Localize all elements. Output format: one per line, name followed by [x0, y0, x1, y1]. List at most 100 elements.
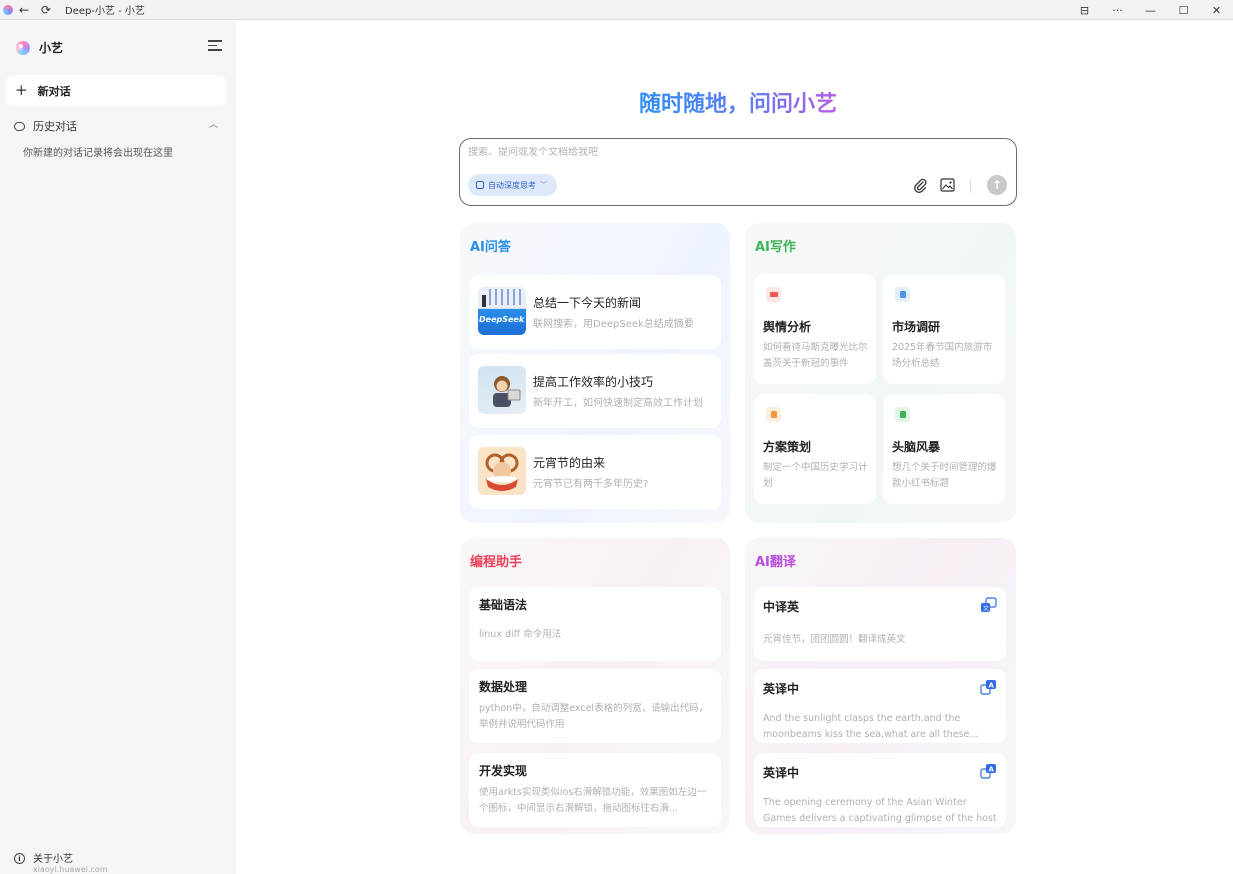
- panel-title-translation: AI翻译: [755, 555, 796, 570]
- lantern-festival-thumbnail: [478, 447, 526, 495]
- screen-cast-icon[interactable]: ⊟: [1068, 0, 1101, 20]
- maximize-icon[interactable]: ☐: [1167, 0, 1200, 20]
- panel-title-ai-qa: AI问答: [470, 240, 511, 255]
- xiaoyi-logo-icon: [16, 40, 30, 55]
- plus-icon: +: [15, 81, 28, 99]
- market-doc-icon: [895, 287, 910, 302]
- translation-card-title: 中译英: [763, 600, 800, 614]
- coding-card-dev[interactable]: 开发实现 使用arkts实现类似ios右滑解锁功能，效果图如左边一个图标，中间显…: [469, 753, 721, 827]
- translate-icon: A: [980, 680, 996, 695]
- search-box: 自动深度思考 ﹀ ↑: [459, 138, 1017, 206]
- panel-coding-assistant: 编程助手 基础语法 linux diff 命令用法 数据处理 python中，自…: [460, 538, 730, 834]
- qa-card-desc: 新年开工，如何快速制定高效工作计划: [533, 398, 703, 409]
- brand-name: 小艺: [39, 41, 64, 55]
- about-label: 关于小艺: [33, 854, 73, 865]
- info-icon: i: [14, 853, 25, 864]
- writing-card-title: 头脑风暴: [892, 440, 941, 454]
- new-chat-button[interactable]: + 新对话: [6, 75, 226, 106]
- close-icon[interactable]: ✕: [1200, 0, 1233, 20]
- writing-card-title: 方案策划: [763, 440, 812, 454]
- svg-text:文: 文: [983, 605, 989, 613]
- page-headline: 随时随地，问问小艺: [638, 92, 837, 117]
- app-logo-icon: [3, 4, 13, 15]
- qa-card-news[interactable]: DeepSeek 总结一下今天的新闻 联网搜索，用DeepSeek总结成摘要: [469, 275, 721, 349]
- translation-card-desc: 元宵佳节，团团圆圆！翻译成英文: [763, 634, 906, 645]
- qa-card-lantern[interactable]: 元宵节的由来 元宵节已有两千多年历史?: [469, 435, 721, 509]
- panel-ai-translation: AI翻译 中译英 文 元宵佳节，团团圆圆！翻译成英文 英译中 A And the…: [745, 538, 1016, 834]
- chat-bubble-icon: [14, 121, 25, 131]
- paperclip-icon[interactable]: [912, 177, 928, 193]
- translation-card-desc: The opening ceremony of the Asian Winter…: [763, 797, 997, 824]
- coding-card-title: 基础语法: [479, 598, 528, 612]
- qa-card-desc: 联网搜索，用DeepSeek总结成摘要: [533, 319, 694, 330]
- writing-card-desc: 如何看待马斯克曝光比尔盖茨关于新冠的事件: [763, 342, 868, 369]
- writing-card-desc: 制定一个中国历史学习计划: [763, 462, 868, 489]
- new-chat-label: 新对话: [37, 84, 71, 98]
- window-title: Deep-小艺 - 小艺: [65, 6, 145, 17]
- qa-card-title: 元宵节的由来: [533, 456, 606, 470]
- writing-card-desc: 2025年春节国内旅游市场分析总结: [892, 342, 993, 369]
- writing-card-sentiment[interactable]: 舆情分析 如何看待马斯克曝光比尔盖茨关于新冠的事件: [754, 274, 876, 384]
- brainstorm-doc-icon: [895, 407, 910, 422]
- minimize-icon[interactable]: —: [1134, 0, 1167, 20]
- translation-card-en-zh-2[interactable]: 英译中 A The opening ceremony of the Asian …: [754, 753, 1006, 827]
- back-arrow-icon[interactable]: ←: [13, 0, 35, 20]
- more-options-icon[interactable]: ···: [1101, 0, 1134, 20]
- history-empty-text: 你新建的对话记录将会出现在这里: [23, 148, 173, 159]
- writing-card-plan[interactable]: 方案策划 制定一个中国历史学习计划: [754, 394, 876, 504]
- writing-card-brainstorm[interactable]: 头脑风暴 想几个关于时间管理的爆款小红书标题: [883, 394, 1005, 504]
- about-link[interactable]: i 关于小艺 xiaoyi.huawei.com: [14, 850, 108, 874]
- translation-card-zh-en[interactable]: 中译英 文 元宵佳节，团团圆圆！翻译成英文: [754, 587, 1006, 661]
- refresh-icon[interactable]: ⟳: [35, 0, 57, 20]
- toolbar-divider: [970, 179, 971, 193]
- writing-card-title: 舆情分析: [763, 320, 812, 334]
- panel-title-ai-writing: AI写作: [755, 240, 796, 255]
- panel-title-coding: 编程助手: [470, 555, 523, 570]
- brand: 小艺: [16, 39, 63, 56]
- writing-card-desc: 想几个关于时间管理的爆款小红书标题: [892, 462, 997, 489]
- chevron-down-icon: ﹀: [540, 181, 547, 189]
- deep-thinking-chip[interactable]: 自动深度思考 ﹀: [468, 174, 557, 196]
- translate-icon: A: [980, 764, 996, 779]
- sentiment-report-icon: [766, 287, 781, 302]
- coding-card-desc: linux diff 命令用法: [479, 629, 562, 640]
- svg-text:A: A: [989, 682, 995, 690]
- panel-ai-qa: AI问答 DeepSeek 总结一下今天的新闻 联网搜索，用DeepSeek总结…: [460, 223, 730, 523]
- qa-card-title: 提高工作效率的小技巧: [533, 375, 654, 389]
- coding-card-desc: 使用arkts实现类似ios右滑解锁功能，效果图如左边一个图标，中间显示右滑解锁…: [479, 787, 707, 814]
- deep-thinking-label: 自动深度思考: [488, 180, 536, 190]
- qa-card-efficiency[interactable]: 提高工作效率的小技巧 新年开工，如何快速制定高效工作计划: [469, 354, 721, 428]
- coding-card-syntax[interactable]: 基础语法 linux diff 命令用法: [469, 587, 721, 661]
- writing-card-market[interactable]: 市场调研 2025年春节国内旅游市场分析总结: [883, 274, 1005, 384]
- deep-think-icon: [476, 181, 484, 189]
- search-input[interactable]: [468, 147, 988, 158]
- writing-card-title: 市场调研: [892, 320, 941, 334]
- collapse-sidebar-icon[interactable]: [208, 40, 222, 52]
- thumb-deepseek-text: DeepSeek: [479, 315, 525, 324]
- plan-doc-icon: [766, 407, 781, 422]
- image-upload-icon[interactable]: [940, 178, 955, 192]
- coding-card-title: 开发实现: [479, 764, 528, 778]
- coding-card-data[interactable]: 数据处理 python中，自动调整excel表格的列宽，请输出代码，举例并说明代…: [469, 669, 721, 743]
- history-label: 历史对话: [33, 120, 77, 133]
- translate-icon: 文: [981, 597, 997, 613]
- translation-card-title: 英译中: [763, 682, 800, 696]
- translation-card-en-zh-1[interactable]: 英译中 A And the sunlight clasps the earth,…: [754, 669, 1006, 743]
- send-button[interactable]: ↑: [987, 175, 1007, 195]
- svg-text:A: A: [989, 766, 995, 774]
- efficiency-thumbnail: [478, 366, 526, 414]
- window-titlebar: ← ⟳ Deep-小艺 - 小艺 ⊟ ··· — ☐ ✕: [0, 0, 1233, 20]
- translation-card-desc: And the sunlight clasps the earth,and th…: [763, 713, 979, 740]
- history-section-toggle[interactable]: 历史对话 ︿: [14, 118, 218, 134]
- qa-card-desc: 元宵节已有两千多年历史?: [533, 479, 649, 490]
- panel-ai-writing: AI写作 舆情分析 如何看待马斯克曝光比尔盖茨关于新冠的事件 市场调研 2025…: [745, 223, 1016, 523]
- coding-card-desc: python中，自动调整excel表格的列宽，请输出代码，举例并说明代码作用: [479, 703, 709, 730]
- news-thumbnail: DeepSeek: [478, 287, 526, 335]
- qa-card-title: 总结一下今天的新闻: [533, 296, 642, 310]
- coding-card-title: 数据处理: [479, 680, 528, 694]
- chevron-up-icon[interactable]: ︿: [209, 117, 218, 130]
- translation-card-title: 英译中: [763, 766, 800, 780]
- sidebar: 小艺 + 新对话 历史对话 ︿ 你新建的对话记录将会出现在这里 i 关于小艺 x…: [0, 21, 236, 874]
- arrow-up-icon: ↑: [991, 178, 1003, 192]
- about-url: xiaoyi.huawei.com: [33, 865, 108, 874]
